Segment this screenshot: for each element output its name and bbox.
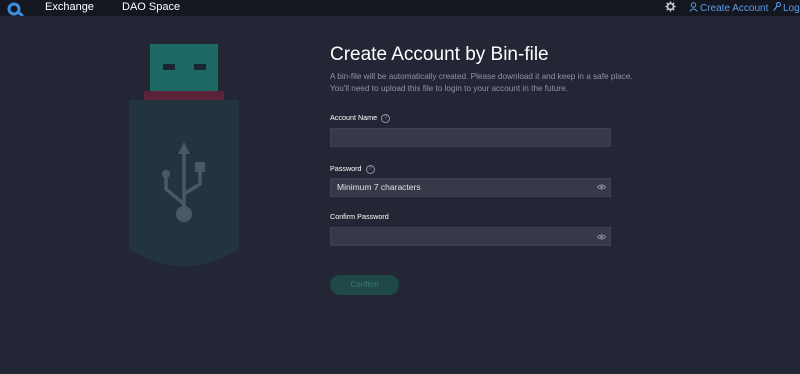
password-input[interactable]: Minimum 7 characters xyxy=(330,178,611,197)
account-name-label-text: Account Name xyxy=(330,113,378,122)
login-label: Logi xyxy=(783,3,800,14)
nav-link-dao-space[interactable]: DAO Space xyxy=(122,1,180,13)
help-icon[interactable]: ? xyxy=(381,113,391,123)
confirm-password-label: Confirm Password xyxy=(330,212,389,221)
password-label: Password? xyxy=(330,164,375,174)
password-label-text: Password xyxy=(330,164,362,173)
help-icon[interactable]: ? xyxy=(365,164,375,174)
description-line: You'll need to upload this file to login… xyxy=(330,84,568,93)
login-link[interactable]: Logi xyxy=(773,2,800,14)
eye-icon[interactable] xyxy=(597,184,606,190)
confirm-password-input[interactable] xyxy=(330,227,611,246)
user-icon xyxy=(689,2,698,12)
top-nav-bar: Exchange DAO Space Create Account Logi xyxy=(0,0,800,16)
create-account-link[interactable]: Create Account xyxy=(689,2,768,14)
nav-link-exchange[interactable]: Exchange xyxy=(45,1,94,13)
logo-icon[interactable] xyxy=(6,1,26,16)
page-description: A bin-file will be automatically created… xyxy=(330,71,670,95)
account-name-label: Account Name? xyxy=(330,113,391,123)
eye-icon[interactable] xyxy=(597,234,606,240)
create-account-label: Create Account xyxy=(700,3,769,14)
description-line: A bin-file will be automatically created… xyxy=(330,72,633,81)
page-title: Create Account by Bin-file xyxy=(330,44,549,65)
account-name-input[interactable] xyxy=(330,128,611,147)
confirm-button[interactable]: Confirm xyxy=(330,275,399,295)
gear-icon[interactable] xyxy=(665,1,676,12)
usb-illustration xyxy=(129,44,239,267)
key-icon xyxy=(773,2,781,11)
password-placeholder: Minimum 7 characters xyxy=(337,182,421,192)
